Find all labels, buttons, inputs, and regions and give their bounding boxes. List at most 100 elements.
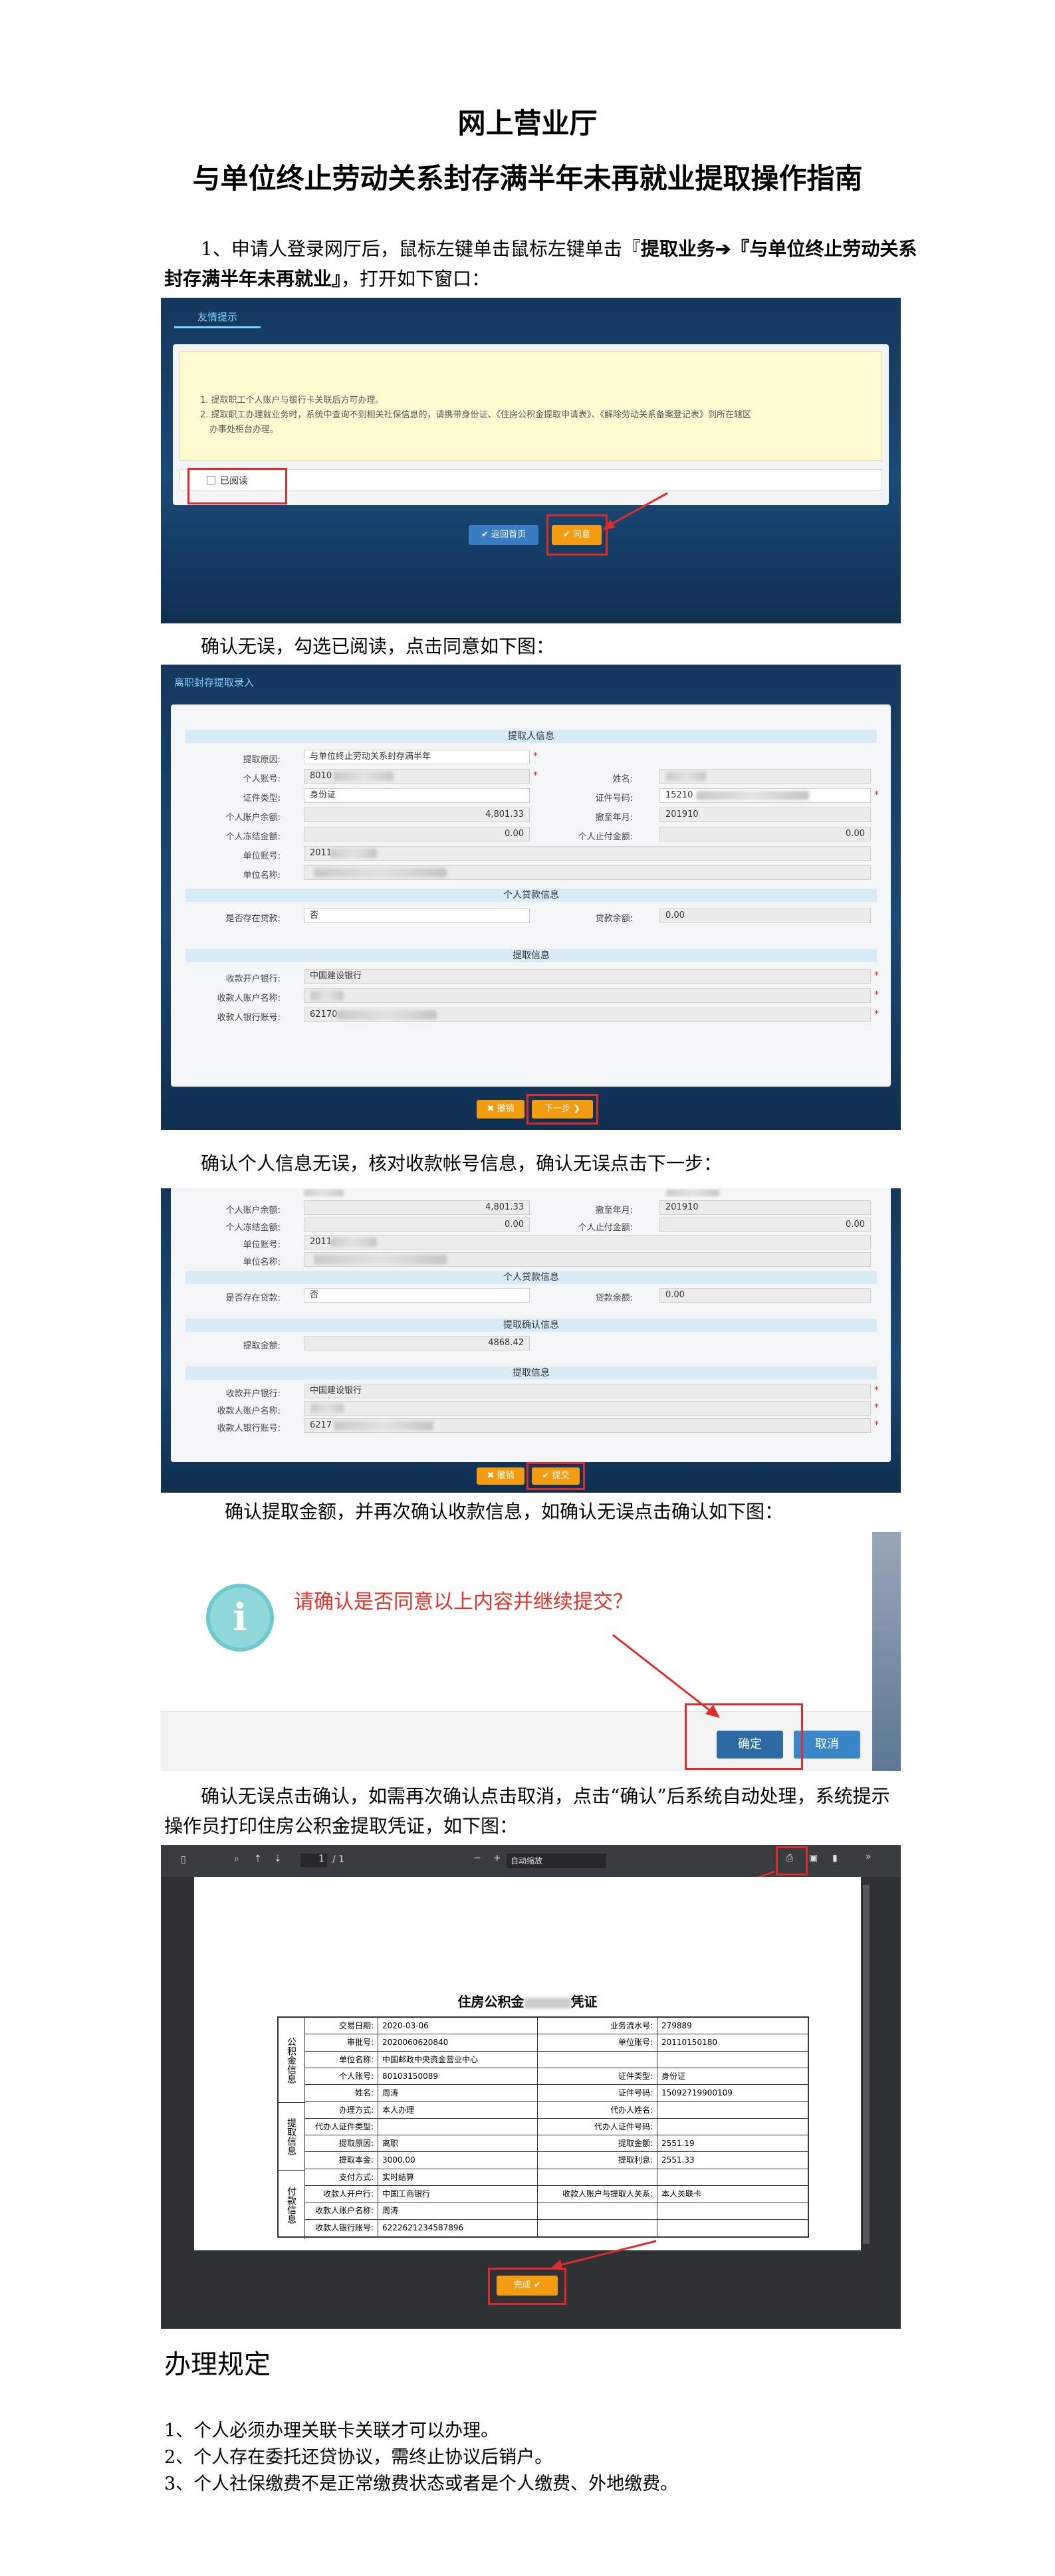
voucher-value: 279889 bbox=[661, 2021, 692, 2030]
unit-account-label: 单位账号: bbox=[243, 1240, 281, 1250]
voucher-label: 提取原因: bbox=[305, 2135, 378, 2152]
step5-line1: 确认无误点击确认，如需再次确认点击取消，点击“确认”后系统自动处理，系统提示 bbox=[201, 1785, 890, 1807]
voucher-row: 提取原因: 离职 提取金额: 2551.19 bbox=[305, 2135, 808, 2153]
voucher-table: 公积金信息 提取信息 付款信息 交易日期: 2020-03-06 业务流水号: 279… bbox=[277, 2016, 809, 2239]
unit-name-label: 单位名称: bbox=[243, 871, 281, 881]
screenshot-pdf-viewer: ▯ ⌕ ⇡ ⇣ 1 / 1 − + 自动缩放 ⎙ ▣ ▮ » 打印 住房公积金凭… bbox=[161, 1845, 901, 2329]
voucher-value bbox=[657, 2220, 808, 2236]
voucher-row: 提取本金: 3000.00 提取利息: 2551.33 bbox=[305, 2152, 808, 2169]
voucher-label: 办理方式: bbox=[305, 2101, 378, 2118]
voucher-row: 交易日期: 2020-03-06 业务流水号: 279889 bbox=[305, 2018, 808, 2035]
tools-icon[interactable]: » bbox=[866, 1852, 872, 1862]
voucher-label bbox=[538, 2169, 657, 2186]
voucher-label: 支付方式: bbox=[305, 2169, 378, 2186]
doc-subtitle: 与单位终止劳动关系封存满半年未再就业提取操作指南 bbox=[192, 162, 863, 195]
bank-label: 收款开户银行: bbox=[225, 974, 281, 984]
voucher-label: 收款人银行账号: bbox=[305, 2219, 378, 2236]
voucher-label: 业务流水号: bbox=[538, 2018, 657, 2034]
voucher-value: 80103150089 bbox=[378, 2068, 538, 2085]
voucher-value: 本人关联卡 bbox=[661, 2189, 702, 2199]
idtype-select[interactable]: 身份证 bbox=[304, 788, 530, 803]
required-mark: * bbox=[874, 1402, 879, 1413]
save-icon[interactable]: ▣ bbox=[809, 1853, 818, 1864]
redacted-blur bbox=[314, 868, 447, 877]
loan-balance-field: 0.00 bbox=[659, 909, 871, 923]
loan-select[interactable]: 否 bbox=[304, 1288, 530, 1303]
info-icon: i bbox=[206, 1584, 274, 1652]
required-mark: * bbox=[874, 790, 879, 800]
loan-label: 是否存在贷款: bbox=[225, 1293, 281, 1303]
redacted-blur bbox=[666, 772, 706, 781]
redacted-blur bbox=[334, 772, 394, 781]
voucher-value: 15092719900109 bbox=[661, 2088, 733, 2098]
voucher-label bbox=[538, 2202, 657, 2219]
voucher-label: 单位账号: bbox=[538, 2034, 657, 2051]
redacted-blur bbox=[666, 1190, 719, 1196]
page-number-input[interactable]: 1 bbox=[300, 1854, 327, 1867]
voucher-label: 提取本金: bbox=[305, 2152, 378, 2169]
voucher-value: 2551.33 bbox=[661, 2155, 695, 2165]
prev-page-icon[interactable]: ⇡ bbox=[254, 1854, 262, 1864]
check-icon: ✔ bbox=[481, 530, 491, 540]
voucher-row: 收款人账户名称: 周涛 bbox=[305, 2202, 808, 2220]
voucher-side-a: 公积金信息 bbox=[279, 2018, 305, 2103]
arrow-icon bbox=[550, 2240, 657, 2270]
bookmark-icon[interactable]: ▮ bbox=[832, 1853, 838, 1864]
zoom-select[interactable]: 自动缩放 bbox=[507, 1854, 606, 1868]
voucher-value bbox=[657, 2169, 808, 2185]
reason-select[interactable]: 与单位终止劳动关系封存满半年 bbox=[304, 750, 530, 764]
revoke-button[interactable]: ✖ 撤销 bbox=[477, 1100, 525, 1119]
next-page-icon[interactable]: ⇣ bbox=[274, 1854, 282, 1864]
redacted-blur bbox=[310, 991, 344, 1000]
voucher-value bbox=[378, 2118, 538, 2135]
page-total: / 1 bbox=[332, 1854, 345, 1865]
voucher-label bbox=[538, 2051, 657, 2068]
notice-tab[interactable]: 友情提示 bbox=[174, 306, 261, 328]
cancel-button[interactable]: 取消 bbox=[794, 1731, 860, 1759]
doc-title: 网上营业厅 bbox=[457, 107, 598, 140]
voucher-value: 3000.00 bbox=[378, 2152, 538, 2169]
loan-label: 是否存在贷款: bbox=[225, 914, 281, 924]
zoom-out-icon[interactable]: − bbox=[473, 1853, 481, 1864]
voucher-side-b: 提取信息 bbox=[279, 2103, 305, 2171]
pdf-scrollbar[interactable] bbox=[863, 1885, 870, 2244]
zoom-in-icon[interactable]: + bbox=[493, 1853, 501, 1864]
required-mark: * bbox=[874, 990, 879, 1000]
voucher-value bbox=[657, 2202, 808, 2218]
voucher-row: 审批号: 2020060620840 单位账号: 20110150180 bbox=[305, 2034, 808, 2052]
bank-field: 中国建设银行 bbox=[304, 969, 871, 984]
voucher-value: 本人办理 bbox=[378, 2101, 538, 2118]
voucher-value bbox=[657, 2052, 808, 2068]
voucher-value: 中国工商银行 bbox=[378, 2186, 538, 2202]
voucher-label: 代办人证件类型: bbox=[305, 2118, 378, 2135]
loan-balance-label: 贷款余额: bbox=[595, 1293, 633, 1303]
search-icon[interactable]: ⌕ bbox=[234, 1854, 239, 1864]
sidebar-toggle-icon[interactable]: ▯ bbox=[181, 1854, 186, 1865]
bank-field: 中国建设银行 bbox=[304, 1384, 871, 1398]
voucher-label bbox=[538, 2219, 657, 2236]
arrow-icon bbox=[602, 492, 668, 530]
stoppay-field: 0.00 bbox=[659, 1218, 871, 1232]
loan-select[interactable]: 否 bbox=[304, 909, 530, 923]
voucher-row: 收款人银行账号: 6222621234587896 bbox=[305, 2219, 808, 2236]
unit-account-label: 单位账号: bbox=[243, 851, 281, 861]
balance-label: 个人账户余额: bbox=[225, 1206, 281, 1216]
revoke-label: 撤销 bbox=[497, 1471, 515, 1481]
stoppay-label: 个人止付金额: bbox=[578, 1223, 633, 1233]
voucher-value: 周涛 bbox=[378, 2202, 538, 2219]
revoke-button[interactable]: ✖ 撤销 bbox=[477, 1467, 525, 1485]
redacted-blur bbox=[524, 1997, 571, 2008]
voucher-label: 审批号: bbox=[305, 2034, 378, 2051]
payee-label: 收款人账户名称: bbox=[217, 994, 281, 1004]
required-mark: * bbox=[874, 1385, 879, 1396]
back-home-button[interactable]: ✔ 返回首页 bbox=[469, 525, 538, 545]
form-tab[interactable]: 离职封存提取录入 bbox=[174, 673, 281, 693]
voucher-row: 收款人开户行: 中国工商银行 收款人账户与提取人关系: 本人关联卡 bbox=[305, 2186, 808, 2203]
voucher-label: 收款人开户行: bbox=[305, 2186, 378, 2202]
redacted-blur bbox=[334, 1421, 433, 1430]
close-icon: ✖ bbox=[487, 1471, 497, 1481]
step5-line2: 操作员打印住房公积金提取凭证，如下图： bbox=[164, 1815, 519, 1837]
required-mark: * bbox=[533, 751, 538, 762]
payee-field bbox=[304, 1401, 871, 1416]
voucher-label: 提取金额: bbox=[538, 2135, 657, 2152]
